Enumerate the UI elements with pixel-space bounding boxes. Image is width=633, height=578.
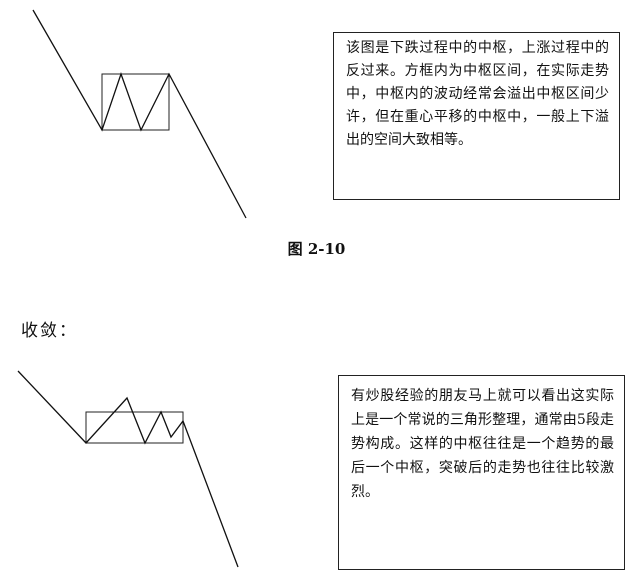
explanation-box-downtrend-pivot: 该图是下跌过程中的中枢，上涨过程中的反过来。方框内为中枢区间，在实际走势中，中枢… (333, 32, 620, 200)
figure-caption: 图 2-10 (287, 240, 346, 258)
explanation-text: 该图是下跌过程中的中枢，上涨过程中的反过来。方框内为中枢区间，在实际走势中，中枢… (346, 40, 609, 148)
explanation-text: 有炒股经验的朋友马上就可以看出这实际上是一个常说的三角形整理，通常由5段走势构成… (351, 388, 614, 500)
price-path-line (17, 370, 239, 568)
price-path-line (32, 9, 247, 219)
pivot-diagram-converging (17, 370, 239, 568)
section-heading: 收敛： (21, 321, 78, 341)
pivot-diagram-downtrend (32, 9, 247, 219)
explanation-box-converging-pivot: 有炒股经验的朋友马上就可以看出这实际上是一个常说的三角形整理，通常由5段走势构成… (338, 375, 625, 570)
